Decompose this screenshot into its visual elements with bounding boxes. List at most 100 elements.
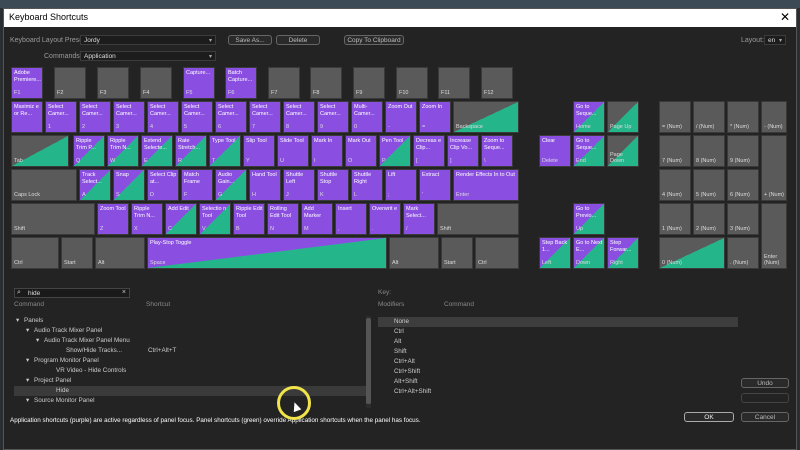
tree-row[interactable]: ▾ Audio Track Mixer Panel Menu	[14, 336, 366, 346]
key-numenter[interactable]: Enter (Num)	[761, 203, 787, 269]
key-k2[interactable]: Select Camer... 2	[79, 101, 111, 133]
key-num3[interactable]: 3 (Num)	[727, 203, 759, 235]
key-f[interactable]: Match Frame F	[181, 169, 213, 201]
layout-select[interactable]: en ▾	[764, 35, 786, 45]
key-pgdn[interactable]: Page Down	[607, 135, 639, 167]
key-numsub[interactable]: - (Num)	[761, 101, 787, 133]
expand-arrow-icon[interactable]: ▾	[36, 336, 39, 346]
tree-scrollbar[interactable]	[366, 316, 371, 408]
key-quote[interactable]: Extract '	[419, 169, 451, 201]
key-numdot[interactable]: . (Num)	[727, 237, 759, 269]
key-y[interactable]: Slip Tool Y	[243, 135, 275, 167]
key-right[interactable]: Step Forwar... Right	[607, 237, 639, 269]
key-g[interactable]: Audio Gain... G	[215, 169, 247, 201]
key-f10[interactable]: F10	[396, 67, 428, 99]
tree-row[interactable]: ▾ Program Monitor Panel	[14, 356, 366, 366]
key-d[interactable]: Select Clip at... D	[147, 169, 179, 201]
shortcut-column-header[interactable]: Shortcut	[146, 301, 170, 308]
key-k8[interactable]: Select Camer... 8	[283, 101, 315, 133]
modifier-row[interactable]: Ctrl	[378, 327, 738, 337]
key-f4[interactable]: F4	[140, 67, 172, 99]
key-num8[interactable]: 8 (Num)	[693, 135, 725, 167]
tree-row[interactable]: ▾ Project Panel	[14, 376, 366, 386]
key-h[interactable]: Hand Tool H	[249, 169, 281, 201]
key-c[interactable]: Add Edit C	[165, 203, 197, 235]
scrollbar-thumb[interactable]	[366, 318, 371, 404]
search-input[interactable]: hide	[28, 290, 40, 297]
command-column-header[interactable]: Command	[14, 301, 44, 308]
tree-row[interactable]: Hide	[14, 386, 366, 396]
expand-arrow-icon[interactable]: ▾	[16, 316, 19, 326]
key-k[interactable]: Shuttle Stop K	[317, 169, 349, 201]
key-numdiv[interactable]: / (Num)	[693, 101, 725, 133]
key-num0[interactable]: 0 (Num)	[659, 237, 725, 269]
save-as-button[interactable]: Save As...	[228, 35, 272, 45]
key-left[interactable]: Step Back 1... Left	[539, 237, 571, 269]
tree-row[interactable]: ▾ Panels	[14, 316, 366, 326]
key-tab[interactable]: Tab	[11, 135, 69, 167]
cancel-button[interactable]: Cancel	[741, 412, 789, 422]
key-numadd[interactable]: + (Num)	[761, 135, 787, 201]
key-num6[interactable]: 6 (Num)	[727, 169, 759, 201]
key-n[interactable]: Rolling Edit Tool N	[267, 203, 299, 235]
expand-arrow-icon[interactable]: ▾	[26, 376, 29, 386]
expand-arrow-icon[interactable]: ▾	[26, 326, 29, 336]
key-f7[interactable]: F7	[268, 67, 300, 99]
modifier-row[interactable]: None	[378, 317, 738, 327]
key-x[interactable]: Ripple Trim N... X	[131, 203, 163, 235]
key-num4[interactable]: 4 (Num)	[659, 169, 691, 201]
key-semi[interactable]: Lift;	[385, 169, 417, 201]
key-e[interactable]: Extend Selecte... E	[141, 135, 173, 167]
tree-row[interactable]: ▾ Source Monitor Panel	[14, 396, 366, 406]
commands-select[interactable]: Application ▾	[80, 51, 216, 61]
key-grave[interactable]: Maximiz e or Re...	[11, 101, 43, 133]
key-del[interactable]: Clear Delete	[539, 135, 571, 167]
key-num1[interactable]: 1 (Num)	[659, 203, 691, 235]
key-z[interactable]: Zoom Tool Z	[97, 203, 129, 235]
key-rctrl[interactable]: Ctrl	[475, 237, 519, 269]
tree-row[interactable]: VR Video - Hide Controls	[14, 366, 366, 376]
search-field[interactable]: ⌕ hide ×	[14, 288, 130, 298]
key-f11[interactable]: F11	[438, 67, 470, 99]
key-rshift[interactable]: Shift	[437, 203, 519, 235]
key-s[interactable]: Snap S	[113, 169, 145, 201]
key-numeq[interactable]: = (Num)	[659, 101, 691, 133]
key-f6[interactable]: Batch Capture... F6	[225, 67, 257, 99]
key-home[interactable]: Go to Seque... Home	[573, 101, 605, 133]
key-u[interactable]: Slide Tool U	[277, 135, 309, 167]
tree-row[interactable]: ▾ Audio Track Mixer Panel	[14, 326, 366, 336]
key-k7[interactable]: Select Camer... 7	[249, 101, 281, 133]
key-m[interactable]: Add Marker M	[301, 203, 333, 235]
key-pgup[interactable]: Page Up	[607, 101, 639, 133]
key-j[interactable]: Shuttle Left J	[283, 169, 315, 201]
key-v[interactable]: Selectio n Tool V	[199, 203, 231, 235]
key-num7[interactable]: 7 (Num)	[659, 135, 691, 167]
key-num9[interactable]: 9 (Num)	[727, 135, 759, 167]
key-space[interactable]: Play-Stop Toggle Space	[147, 237, 387, 269]
key-backspace[interactable]: Backspace	[453, 101, 519, 133]
key-equal[interactable]: Zoom In =	[419, 101, 451, 133]
key-k4[interactable]: Select Camer... 4	[147, 101, 179, 133]
key-nummul[interactable]: * (Num)	[727, 101, 759, 133]
tree-row[interactable]: Show/Hide Tracks... Ctrl+Alt+T	[14, 346, 366, 356]
key-f3[interactable]: F3	[97, 67, 129, 99]
copy-to-clipboard-button[interactable]: Copy To Clipboard	[344, 35, 404, 45]
key-k3[interactable]: Select Camer... 3	[113, 101, 145, 133]
key-f2[interactable]: F2	[54, 67, 86, 99]
key-bslash[interactable]: Zoom to Seque... \	[481, 135, 513, 167]
key-comma[interactable]: Insert,	[335, 203, 367, 235]
ok-button[interactable]: OK	[684, 412, 734, 422]
clear-search-icon[interactable]: ×	[122, 289, 126, 296]
preset-select[interactable]: Jordy ▾	[80, 35, 216, 45]
expand-arrow-icon[interactable]: ▾	[26, 356, 29, 366]
key-f9[interactable]: F9	[353, 67, 385, 99]
key-num2[interactable]: 2 (Num)	[693, 203, 725, 235]
key-w[interactable]: Ripple Trim N... W	[107, 135, 139, 167]
key-q[interactable]: Ripple Trim P... Q	[73, 135, 105, 167]
key-o[interactable]: Mark Out O	[345, 135, 377, 167]
modifier-row[interactable]: Ctrl+Alt+Shift	[378, 387, 738, 397]
key-ralt[interactable]: Alt	[389, 237, 439, 269]
modifier-row[interactable]: Alt+Shift	[378, 377, 738, 387]
key-f8[interactable]: F8	[310, 67, 342, 99]
key-end[interactable]: Go to Seque... End	[573, 135, 605, 167]
